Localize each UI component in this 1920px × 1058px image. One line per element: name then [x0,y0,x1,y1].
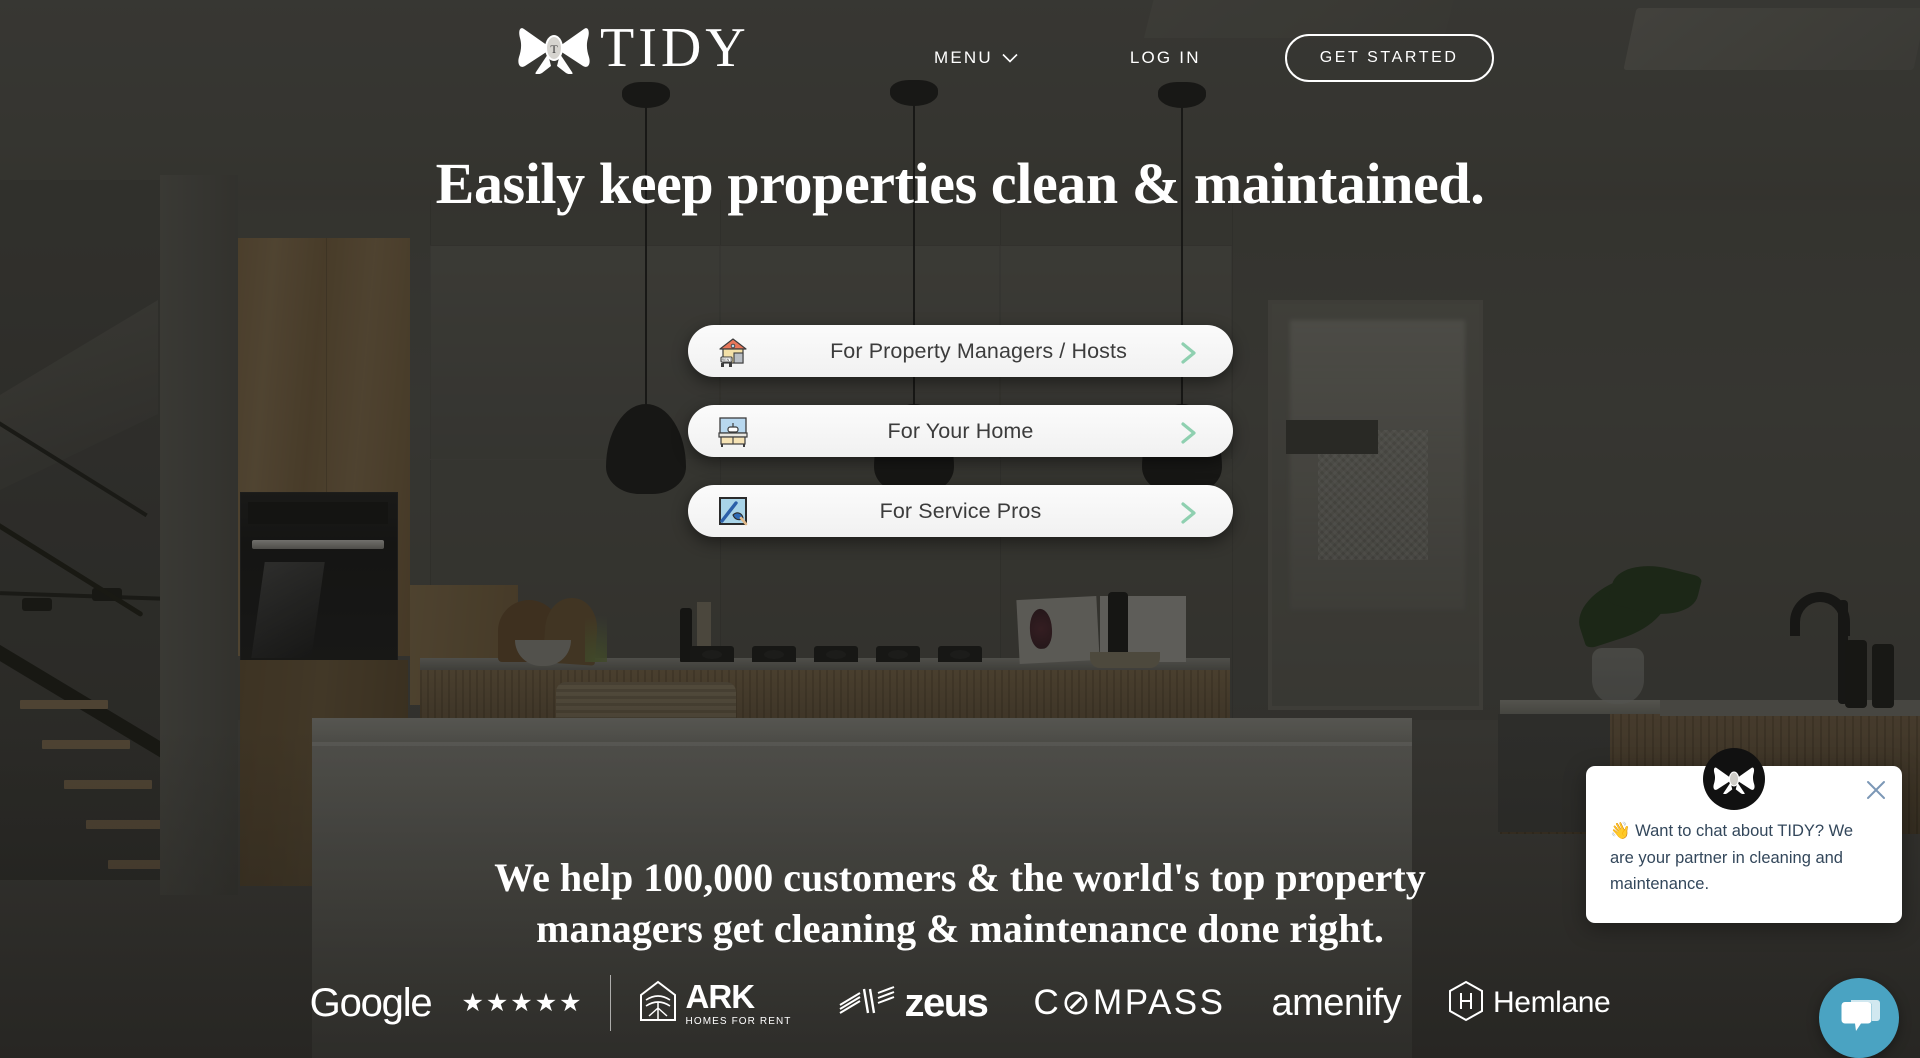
hemlane-wordmark: Hemlane [1493,986,1611,1019]
svg-text:T: T [550,42,558,56]
chevron-right-icon [1179,341,1199,364]
chevron-right-icon [1179,501,1199,524]
chevron-right-icon [1179,421,1199,444]
chat-avatar [1703,748,1765,810]
chat-launcher-button[interactable] [1819,978,1899,1058]
cta-label: For Property Managers / Hosts [830,338,1127,363]
logo-ark: ARK HOMES FOR RENT [637,978,792,1029]
hero-cta-list: RENT For Property Managers / Hosts For Y… [688,325,1233,565]
logo-divider [609,975,611,1031]
logo-google: Google ★★★★★ [310,981,584,1026]
logo-compass: C⊘MPASS [1033,983,1225,1023]
cta-label: For Service Pros [879,498,1042,523]
house-for-rent-icon: RENT [716,334,750,368]
main-nav: MENU LOG IN GET STARTED [920,34,1494,82]
bathroom-vanity-icon [716,414,750,448]
login-button[interactable]: LOG IN [1112,38,1219,78]
logo-hemlane: Hemlane [1447,980,1611,1027]
compass-wordmark: C⊘MPASS [1033,983,1226,1022]
page-title: Easily keep properties clean & maintaine… [435,151,1485,216]
close-icon[interactable] [1864,778,1888,802]
chat-bubbles-icon [1838,996,1880,1041]
amenify-wordmark: amenify [1271,981,1402,1024]
window-squeegee-icon [716,494,750,528]
ark-house-icon [637,978,679,1029]
ark-tagline: HOMES FOR RENT [685,1015,792,1027]
logo-wordmark: TIDY [600,17,750,79]
ark-wordmark: ARK [685,977,755,1015]
menu-button[interactable]: MENU [920,38,1032,78]
google-rating-stars: ★★★★★ [461,989,584,1017]
menu-label: MENU [934,48,993,67]
cta-property-managers[interactable]: RENT For Property Managers / Hosts [688,325,1233,377]
cta-your-home[interactable]: For Your Home [688,405,1233,457]
chat-message: 👋 Want to chat about TIDY? We are your p… [1610,822,1854,894]
bow-logo-icon: T [518,22,590,75]
logo-amenify: amenify [1271,982,1401,1025]
svg-text:RENT: RENT [722,358,733,362]
zeus-mark-icon [838,983,896,1024]
cta-service-pros[interactable]: For Service Pros [688,485,1233,537]
logo[interactable]: T TIDY [518,20,750,76]
cta-label: For Your Home [887,418,1034,443]
site-header: T TIDY MENU LOG IN GET STARTED [0,0,1920,100]
zeus-wordmark: zeus [904,980,989,1025]
chevron-down-icon [1002,48,1018,68]
google-wordmark: Google [309,980,433,1025]
logo-zeus: zeus [838,980,989,1026]
partner-logo-bar: Google ★★★★★ ARK HOMES FOR RENT zeus C⊘M… [0,975,1920,1031]
get-started-button[interactable]: GET STARTED [1284,34,1494,82]
hemlane-hex-icon [1447,980,1485,1027]
